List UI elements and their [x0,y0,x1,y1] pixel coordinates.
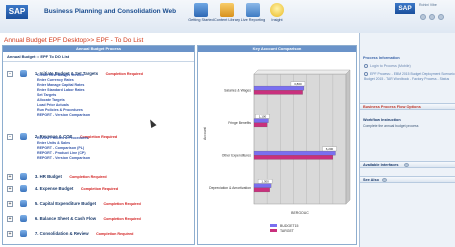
business-process-flow-bar[interactable]: Business Process Flow Options [360,103,455,110]
bar-target[interactable] [253,187,270,193]
step-label[interactable]: 5. Capital Expenditure Budget [35,201,96,206]
radio-icon [364,64,368,69]
workflow-instruction-text: Complete the annual budget process [363,124,419,128]
step-row[interactable]: - 2. Revenue & COS Completion Required [7,128,117,141]
task-link[interactable]: REPORT - Version Comparison [37,113,90,118]
expand-icon[interactable]: + [7,200,13,207]
status-badge: Completion Required [80,186,119,191]
data-label: 1,300 [261,179,269,183]
legend-swatch [270,229,277,232]
status-badge: Completion Required [105,71,143,76]
lightbulb-icon [270,3,284,17]
legend-label: BUDGET15 [280,224,299,228]
bar-budget15[interactable] [253,85,305,91]
expand-icon[interactable]: + [7,185,13,192]
todo-list-label: Annual Budget :: EPF To DO List [7,54,70,59]
bar-budget15[interactable] [253,183,272,188]
bar-target[interactable] [253,90,303,95]
sap-logo: SAP [6,5,28,19]
user-name: Rohini Vibe [419,3,437,7]
sap-logo-right: SAP [395,3,415,14]
category-label: Fringe Benefits [228,121,251,125]
process-information-title: Process Information [363,56,400,60]
bar-chart: Salaries & Wages 3,800 Fringe Benefits 1,10… [203,69,351,233]
settings-icon[interactable] [429,14,435,20]
status-badge: Completion Required [96,231,134,236]
sidebar-panel: Process Information Login to Process (Mo… [359,33,455,247]
key-account-chart-panel: Key Account Comparison Salaries & Wages 3… [197,45,357,245]
legend-label: TARGET [280,229,295,233]
status-badge: Completion Required [103,216,141,221]
expand-icon[interactable] [382,178,387,182]
login-process-link[interactable]: Login to Process (Mobile) [364,64,411,69]
bar-budget15[interactable] [253,118,269,123]
collapse-icon[interactable]: - [7,133,13,140]
workflow-instruction-title: Workflow Instruction [363,118,401,122]
legend-swatch [270,224,277,227]
category-label: Other Expenditures [222,153,252,157]
data-label: 3,800 [294,82,302,86]
folder-icon [20,215,28,223]
x-axis-title: BERGOUC [291,211,309,215]
step-label[interactable]: 6. Balance Sheet & Cash Flow [35,216,96,221]
category-label: Salaries & Wages [224,88,251,92]
category-label: Depreciation & Amortization [209,186,251,190]
chart-legend: BUDGET15 TARGET [270,224,299,233]
step-row[interactable]: + 6. Balance Sheet & Cash Flow Completio… [7,210,141,223]
process-details-link[interactable]: EPF Process: - EBM 2015 Budget Deploymen… [364,72,455,82]
expand-icon[interactable]: + [7,215,13,222]
step-label[interactable]: 7. Consolidation & Review [35,231,89,236]
divider [3,61,194,62]
plot-top-face [253,69,351,75]
step-row[interactable]: - 1. Initiate Budget & Set Targets Compl… [7,65,143,78]
step-label[interactable]: 3. HR Budget [35,174,62,179]
step-row[interactable]: + 3. HR Budget Completion Required [7,168,107,181]
data-label: 1,100 [259,114,267,118]
status-badge: Completion Required [103,201,141,206]
logoff-icon[interactable] [438,14,444,20]
help-icon[interactable] [420,14,426,20]
panel-header: Annual Budget Process [3,46,194,52]
insight-button[interactable]: Insight [264,1,290,33]
getting-started-button[interactable]: Getting Started [188,1,214,33]
folder-icon [20,185,28,193]
expand-icon[interactable]: + [7,230,13,237]
bar-target[interactable] [253,122,268,128]
radio-icon [364,72,368,77]
collapse-icon[interactable]: - [7,70,13,77]
status-badge: Completion Required [69,174,107,179]
app-title: Business Planning and Consolidation Web [44,8,177,15]
step-row[interactable]: + 5. Capital Expenditure Budget Completi… [7,195,141,208]
step-label[interactable]: 4. Expense Budget [35,186,73,191]
folder-icon [20,70,28,78]
bar-target[interactable] [253,155,333,160]
expand-icon[interactable] [404,163,409,167]
app-header: SAP Business Planning and Consolidation … [0,0,455,33]
report-icon [246,3,260,17]
y-axis-title: Account [203,127,207,140]
data-label: 6,200 [326,147,334,151]
see-also-bar[interactable]: See Also [360,176,455,183]
folder-icon [20,200,28,208]
folder-icon [20,133,28,141]
library-icon [220,3,234,17]
page-title: Annual Budget EPF Desktop>> EPF - To Do … [4,37,144,44]
step-row[interactable]: + 4. Expense Budget Completion Required [7,180,119,193]
folder-icon [20,230,28,238]
task-link[interactable]: REPORT - Version Comparison [37,156,90,161]
live-reporting-button[interactable]: Live Reporting [240,1,266,33]
mouse-cursor-icon [147,118,157,128]
step-row[interactable]: + 7. Consolidation & Review Completion R… [7,225,134,238]
expand-icon[interactable]: + [7,173,13,180]
home-icon [194,3,208,17]
available-interfaces-bar[interactable]: Available Interfaces [360,161,455,168]
plot-side-face [345,69,351,205]
bar-budget15[interactable] [253,150,336,156]
budget-process-panel: Annual Budget Process Annual Budget :: E… [2,45,195,245]
content-library-button[interactable]: Content Library [214,1,240,33]
